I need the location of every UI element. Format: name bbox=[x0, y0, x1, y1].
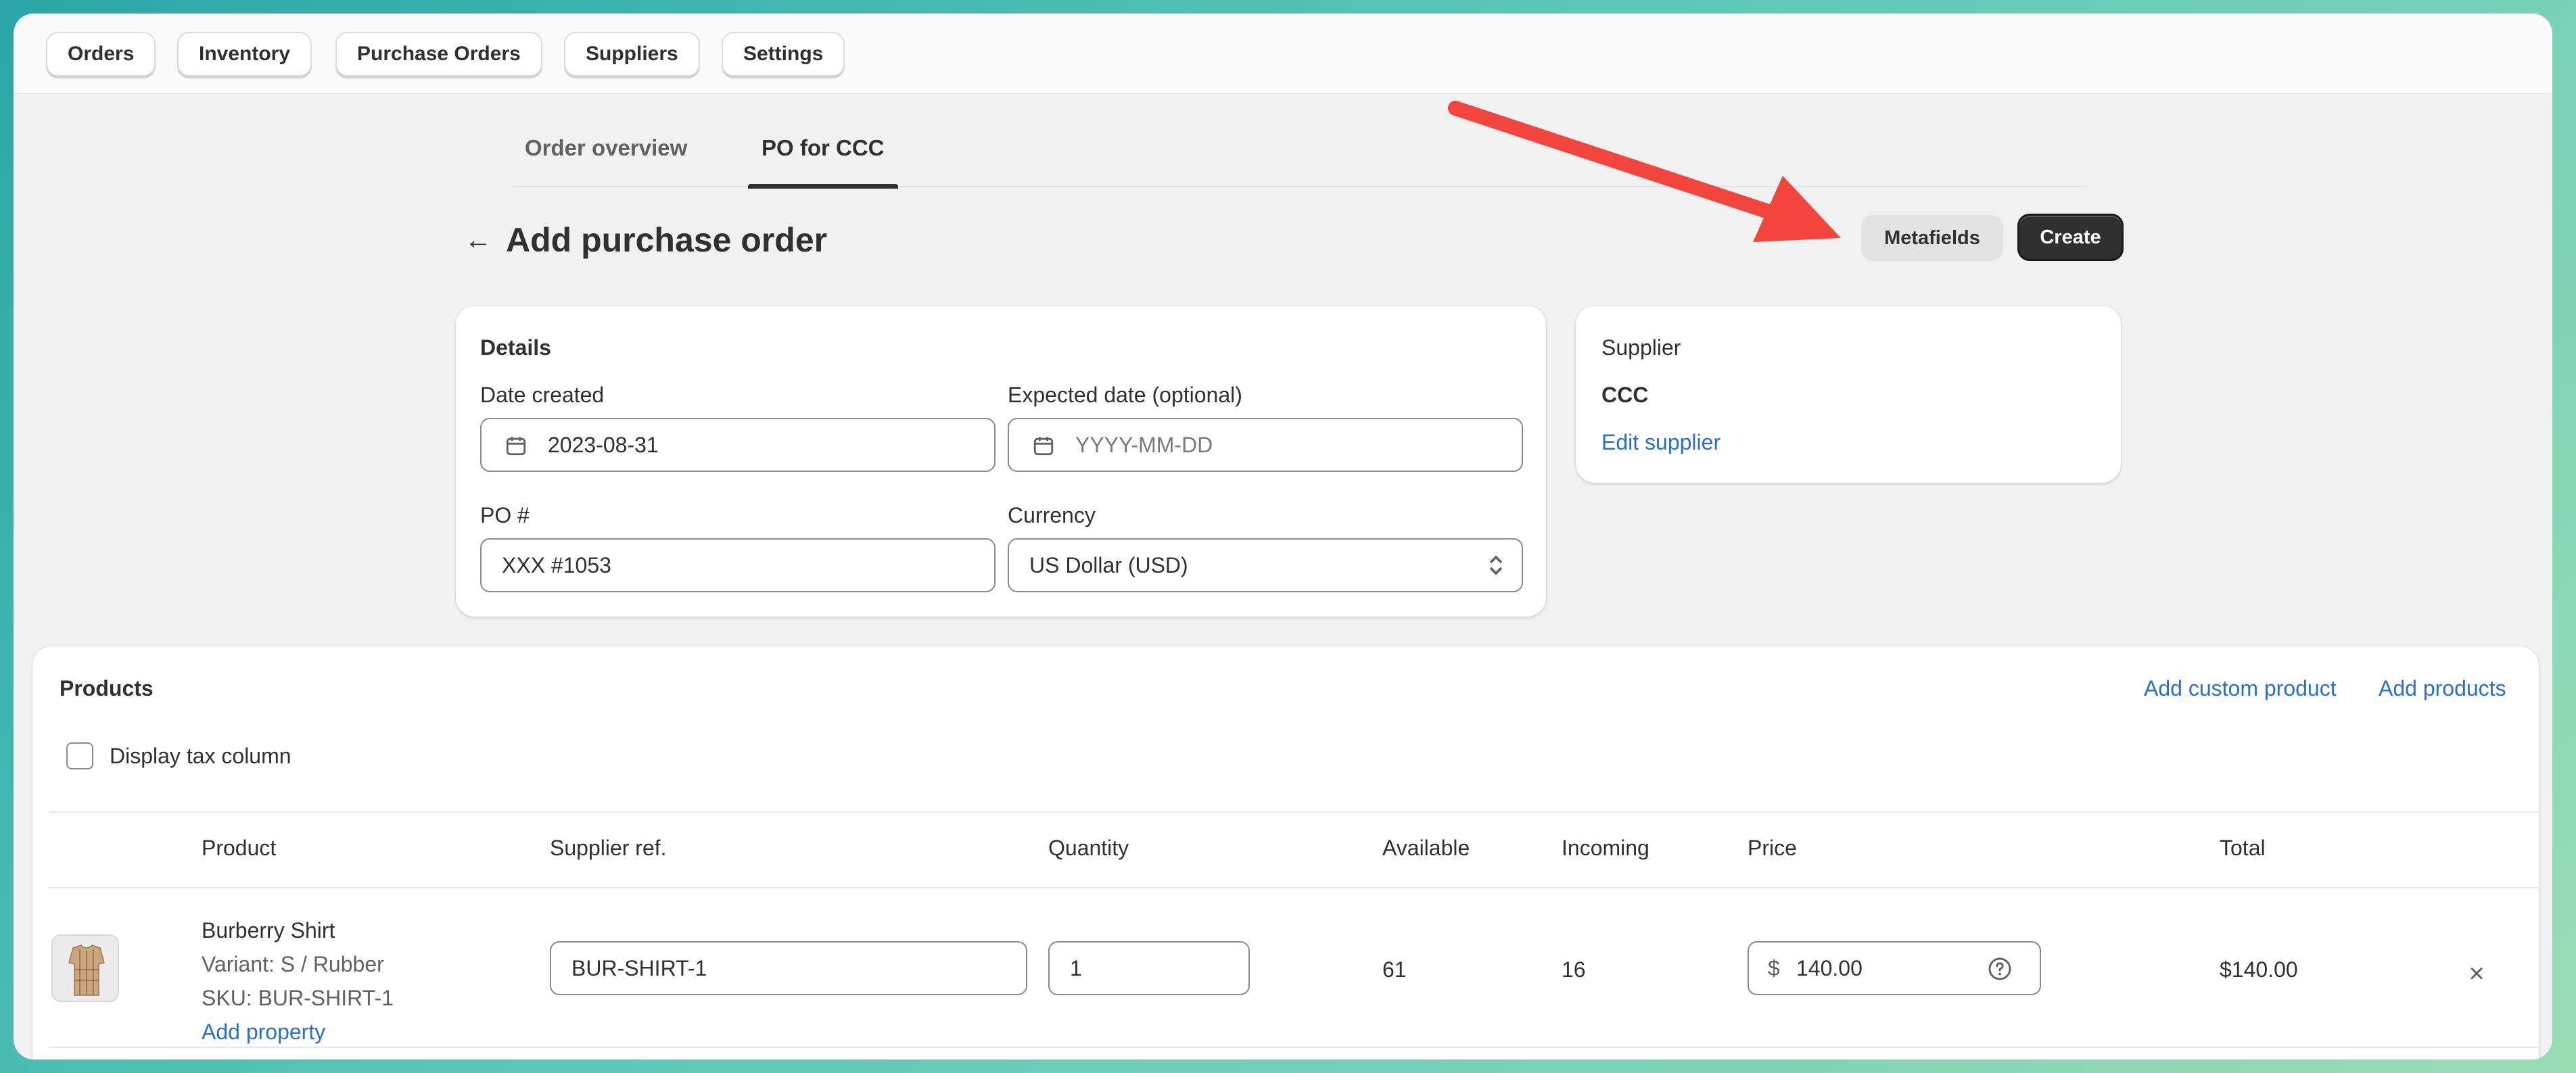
help-circle-icon[interactable] bbox=[1987, 956, 2013, 982]
top-navigation: Orders Inventory Purchase Orders Supplie… bbox=[14, 14, 2552, 94]
nav-orders-button[interactable]: Orders bbox=[46, 32, 156, 76]
tab-po-for-ccc[interactable]: PO for CCC bbox=[748, 108, 898, 189]
shirt-icon bbox=[53, 936, 118, 1001]
details-card: Details Date created 2023-08-31 Expected… bbox=[456, 306, 1546, 617]
add-products-link[interactable]: Add products bbox=[2379, 676, 2506, 701]
display-tax-label: Display tax column bbox=[110, 744, 291, 768]
row-total: $140.00 bbox=[2220, 957, 2298, 982]
supplier-ref-value: BUR-SHIRT-1 bbox=[571, 956, 707, 980]
add-custom-product-link[interactable]: Add custom product bbox=[2144, 676, 2337, 701]
products-card bbox=[32, 646, 2539, 1059]
calendar-icon bbox=[1033, 437, 1054, 456]
details-title: Details bbox=[480, 335, 551, 360]
table-divider bbox=[49, 1047, 2540, 1048]
po-number-value: XXX #1053 bbox=[502, 553, 611, 577]
expected-date-label: Expected date (optional) bbox=[1008, 383, 1242, 407]
column-header-available: Available bbox=[1382, 836, 1470, 860]
create-button[interactable]: Create bbox=[2017, 214, 2124, 261]
product-name: Burberry Shirt bbox=[202, 918, 335, 943]
po-number-label: PO # bbox=[480, 503, 530, 527]
currency-symbol: $ bbox=[1768, 956, 1780, 980]
date-created-input[interactable]: 2023-08-31 bbox=[480, 418, 996, 472]
nav-purchase-orders-button[interactable]: Purchase Orders bbox=[335, 32, 542, 76]
nav-suppliers-button[interactable]: Suppliers bbox=[564, 32, 700, 76]
column-header-supplier-ref: Supplier ref. bbox=[550, 836, 667, 860]
currency-value: US Dollar (USD) bbox=[1029, 553, 1188, 577]
expected-date-input[interactable]: YYYY-MM-DD bbox=[1008, 418, 1523, 472]
select-arrows-icon bbox=[1489, 555, 1503, 575]
metafields-button[interactable]: Metafields bbox=[1861, 215, 2003, 261]
tab-order-overview[interactable]: Order overview bbox=[511, 108, 701, 187]
product-sku: SKU: BUR-SHIRT-1 bbox=[202, 986, 394, 1010]
supplier-title: Supplier bbox=[1601, 335, 1681, 360]
supplier-name: CCC bbox=[1601, 383, 1649, 407]
available-value: 61 bbox=[1382, 957, 1407, 982]
column-header-price: Price bbox=[1748, 836, 1797, 860]
products-title: Products bbox=[60, 676, 154, 700]
incoming-value: 16 bbox=[1562, 957, 1586, 982]
table-divider bbox=[49, 887, 2540, 888]
back-arrow-icon[interactable]: ← bbox=[461, 223, 495, 257]
product-variant: Variant: S / Rubber bbox=[202, 952, 384, 976]
nav-inventory-button[interactable]: Inventory bbox=[177, 32, 312, 76]
quantity-value: 1 bbox=[1070, 956, 1082, 980]
column-header-total: Total bbox=[2220, 836, 2266, 860]
display-tax-checkbox[interactable] bbox=[66, 742, 93, 769]
currency-label: Currency bbox=[1008, 503, 1096, 527]
table-divider bbox=[49, 811, 2540, 813]
column-header-quantity: Quantity bbox=[1048, 836, 1129, 860]
sub-tabs: Order overview PO for CCC bbox=[511, 108, 2087, 189]
quantity-input[interactable]: 1 bbox=[1048, 941, 1250, 995]
edit-supplier-link[interactable]: Edit supplier bbox=[1601, 430, 1720, 455]
expected-date-placeholder: YYYY-MM-DD bbox=[1075, 433, 1213, 457]
po-number-input[interactable]: XXX #1053 bbox=[480, 538, 996, 592]
column-header-product: Product bbox=[202, 836, 277, 860]
column-header-incoming: Incoming bbox=[1562, 836, 1649, 860]
nav-settings-button[interactable]: Settings bbox=[722, 32, 845, 76]
date-created-label: Date created bbox=[480, 383, 605, 407]
date-created-value: 2023-08-31 bbox=[548, 433, 659, 457]
calendar-icon bbox=[506, 437, 526, 456]
app-window: Orders Inventory Purchase Orders Supplie… bbox=[14, 14, 2552, 1059]
supplier-card: Supplier CCC Edit supplier bbox=[1576, 306, 2121, 483]
supplier-ref-input[interactable]: BUR-SHIRT-1 bbox=[550, 941, 1027, 995]
remove-row-icon[interactable]: × bbox=[2462, 959, 2491, 988]
currency-select[interactable]: US Dollar (USD) bbox=[1008, 538, 1523, 592]
product-thumbnail bbox=[51, 934, 119, 1002]
page-title: Add purchase order bbox=[506, 221, 828, 259]
add-property-link[interactable]: Add property bbox=[202, 1020, 325, 1045]
price-input[interactable]: $ 140.00 bbox=[1748, 941, 2041, 995]
price-value: 140.00 bbox=[1796, 956, 1863, 980]
